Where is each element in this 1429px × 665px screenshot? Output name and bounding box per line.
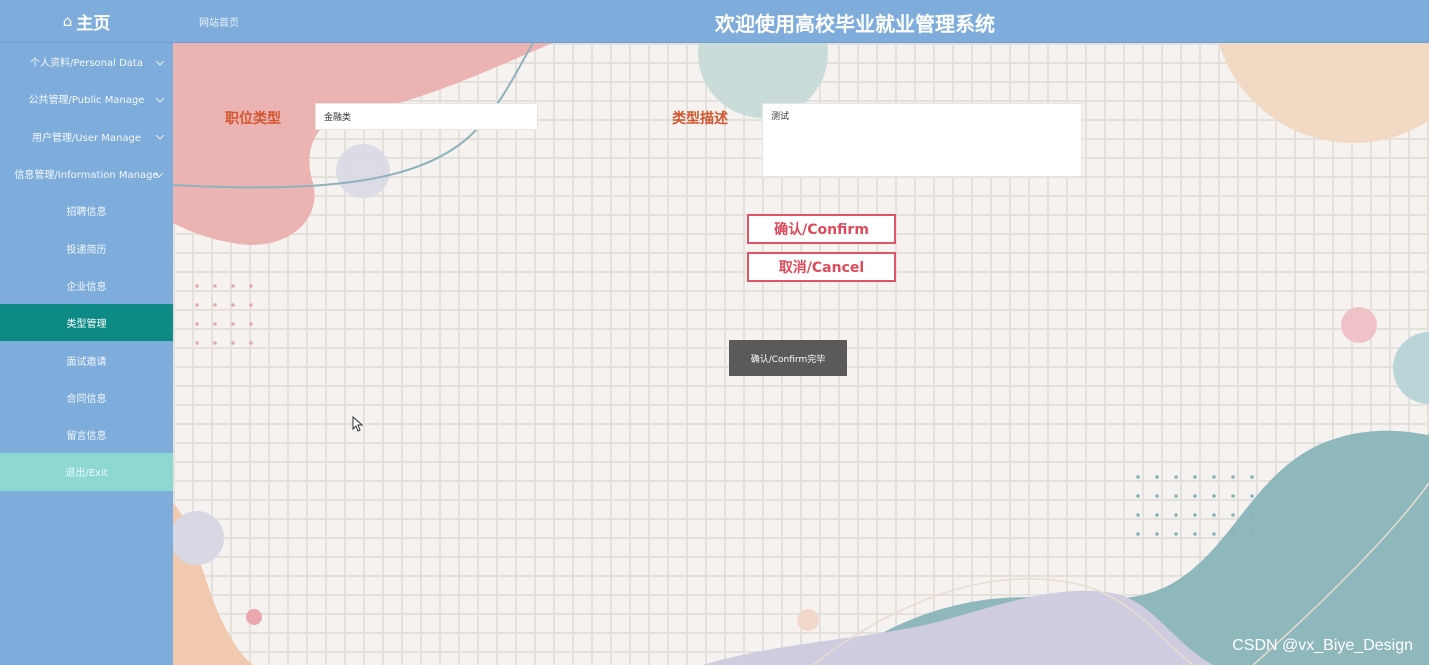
type-description-textarea[interactable]: 测试 xyxy=(762,103,1082,177)
sidebar-item-contract[interactable]: 合同信息 xyxy=(0,379,173,416)
sidebar-item-label: 信息管理/Information Manage xyxy=(14,170,159,182)
sidebar-item-label: 合同信息 xyxy=(66,393,107,405)
watermark: CSDN @vx_Biye_Design xyxy=(1232,637,1413,654)
confirm-done-button[interactable]: 确认/Confirm完毕 xyxy=(729,340,847,376)
sidebar-item-recruitment[interactable]: 招聘信息 xyxy=(0,192,173,229)
sidebar-item-label: 公共管理/Public Manage xyxy=(28,95,145,107)
sidebar-item-exit[interactable]: 退出/Exit xyxy=(0,453,173,491)
top-bar: ⌂ 主页 网站首页 欢迎使用高校毕业就业管理系统 xyxy=(0,0,1429,43)
sidebar-item-label: 招聘信息 xyxy=(66,207,107,219)
sidebar-item-label: 类型管理 xyxy=(66,319,107,331)
cancel-button[interactable]: 取消/Cancel xyxy=(747,252,896,282)
chevron-down-icon xyxy=(155,131,165,140)
sidebar: 个人资料/Personal Data 公共管理/Public Manage 用户… xyxy=(0,43,173,665)
sidebar-item-label: 留言信息 xyxy=(66,431,107,443)
sidebar-item-type-manage[interactable]: 类型管理 xyxy=(0,304,173,342)
chevron-down-icon xyxy=(155,56,165,66)
confirm-button[interactable]: 确认/Confirm xyxy=(747,214,896,244)
sidebar-item-public-manage[interactable]: 公共管理/Public Manage xyxy=(0,80,173,117)
chevron-down-icon xyxy=(155,94,165,103)
sidebar-item-resume[interactable]: 投递简历 xyxy=(0,229,173,266)
sidebar-item-company[interactable]: 企业信息 xyxy=(0,267,173,304)
sidebar-item-information-manage[interactable]: 信息管理/Information Manage xyxy=(0,155,173,192)
type-description-label: 类型描述 xyxy=(672,111,728,127)
position-type-input[interactable]: 金融类 xyxy=(315,103,538,130)
sidebar-item-personal-data[interactable]: 个人资料/Personal Data xyxy=(0,43,173,80)
sidebar-item-label: 企业信息 xyxy=(66,281,107,293)
sidebar-item-label: 面试邀请 xyxy=(66,356,107,368)
mouse-cursor-icon xyxy=(352,416,364,432)
sidebar-item-label: 个人资料/Personal Data xyxy=(30,58,143,70)
sidebar-item-label: 用户管理/User Manage xyxy=(31,132,142,144)
sidebar-item-label: 投递简历 xyxy=(66,244,107,256)
position-type-label: 职位类型 xyxy=(225,111,281,127)
page-title: 欢迎使用高校毕业就业管理系统 xyxy=(715,12,995,36)
sidebar-item-interview[interactable]: 面试邀请 xyxy=(0,341,173,378)
sidebar-item-messages[interactable]: 留言信息 xyxy=(0,416,173,453)
sidebar-item-user-manage[interactable]: 用户管理/User Manage xyxy=(0,118,173,155)
sidebar-item-label: 退出/Exit xyxy=(65,468,108,480)
